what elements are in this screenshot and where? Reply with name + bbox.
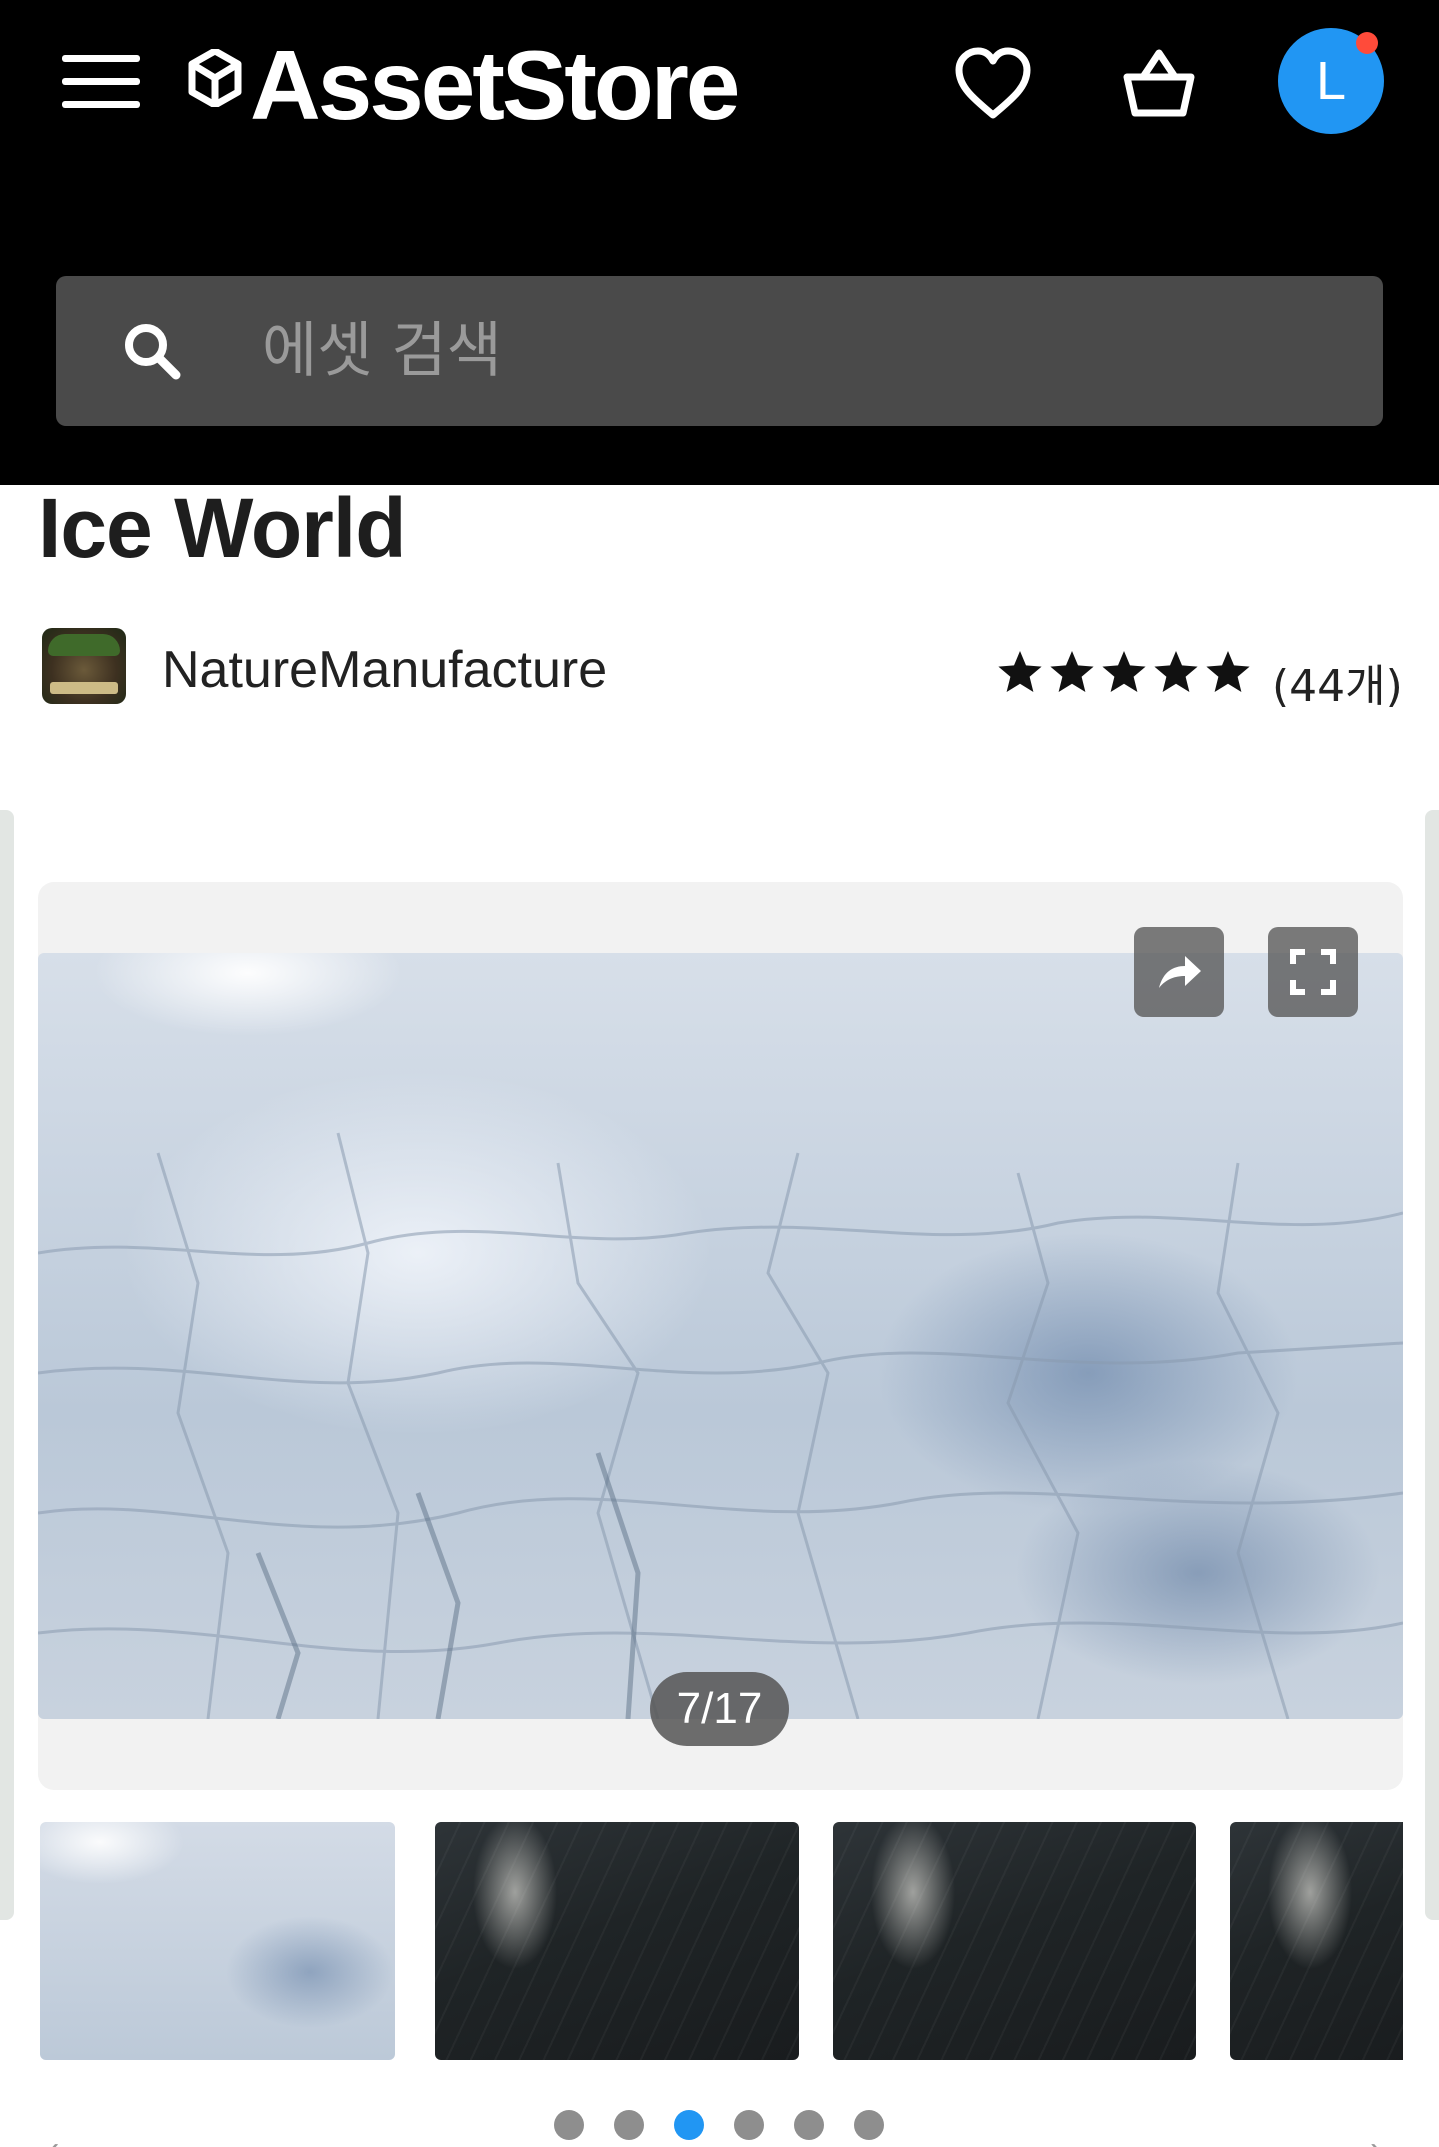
brand-name: AssetStore bbox=[250, 30, 740, 140]
asset-store-logo[interactable]: AssetStore bbox=[188, 30, 740, 140]
thumbnail-strip bbox=[40, 1822, 1403, 2062]
share-button[interactable] bbox=[1134, 927, 1224, 1017]
star-icon bbox=[1154, 651, 1198, 692]
thumbnail[interactable] bbox=[833, 1822, 1196, 2060]
rating-count[interactable]: (44개) bbox=[1272, 650, 1403, 714]
search-icon bbox=[125, 324, 181, 380]
top-header: AssetStore L bbox=[0, 0, 1439, 485]
gallery-scroll-edge-left bbox=[0, 810, 14, 1920]
chevron-right-icon[interactable]: › bbox=[1370, 2130, 1381, 2147]
search-input[interactable] bbox=[262, 316, 1262, 386]
chevron-left-icon[interactable]: ‹ bbox=[48, 2130, 59, 2147]
product-title: Ice World bbox=[38, 481, 407, 575]
notification-badge bbox=[1356, 32, 1378, 54]
publisher-name[interactable]: NatureManufacture bbox=[162, 640, 607, 700]
star-icon bbox=[1102, 651, 1146, 692]
avatar-letter: L bbox=[1315, 51, 1347, 111]
menu-icon[interactable] bbox=[62, 55, 140, 108]
unity-logo-icon bbox=[188, 49, 242, 107]
ice-cracks-overlay bbox=[38, 1132, 1403, 1719]
thumbnail[interactable] bbox=[435, 1822, 799, 2060]
basket-icon[interactable] bbox=[1118, 42, 1200, 124]
publisher-logo[interactable] bbox=[42, 628, 126, 704]
pagination-dot[interactable] bbox=[734, 2110, 764, 2140]
heart-icon[interactable] bbox=[952, 42, 1034, 124]
pagination-dot[interactable] bbox=[554, 2110, 584, 2140]
rating-stars[interactable] bbox=[996, 648, 1252, 696]
thumbnail[interactable] bbox=[40, 1822, 395, 2060]
fullscreen-icon bbox=[1290, 949, 1336, 995]
share-icon bbox=[1159, 956, 1201, 988]
gallery-pagination bbox=[554, 2110, 884, 2140]
pagination-dot-active[interactable] bbox=[674, 2110, 704, 2140]
pagination-dot[interactable] bbox=[794, 2110, 824, 2140]
star-icon bbox=[1050, 651, 1094, 692]
fullscreen-button[interactable] bbox=[1268, 927, 1358, 1017]
pagination-dot[interactable] bbox=[854, 2110, 884, 2140]
pagination-dot[interactable] bbox=[614, 2110, 644, 2140]
star-icon bbox=[998, 651, 1042, 692]
thumbnail[interactable] bbox=[1230, 1822, 1403, 2060]
star-icon bbox=[1206, 651, 1250, 692]
gallery-scroll-edge-right bbox=[1425, 810, 1439, 1920]
search-bar[interactable] bbox=[56, 276, 1383, 426]
image-counter: 7/17 bbox=[650, 1672, 789, 1746]
gallery-main-image[interactable] bbox=[38, 953, 1403, 1719]
